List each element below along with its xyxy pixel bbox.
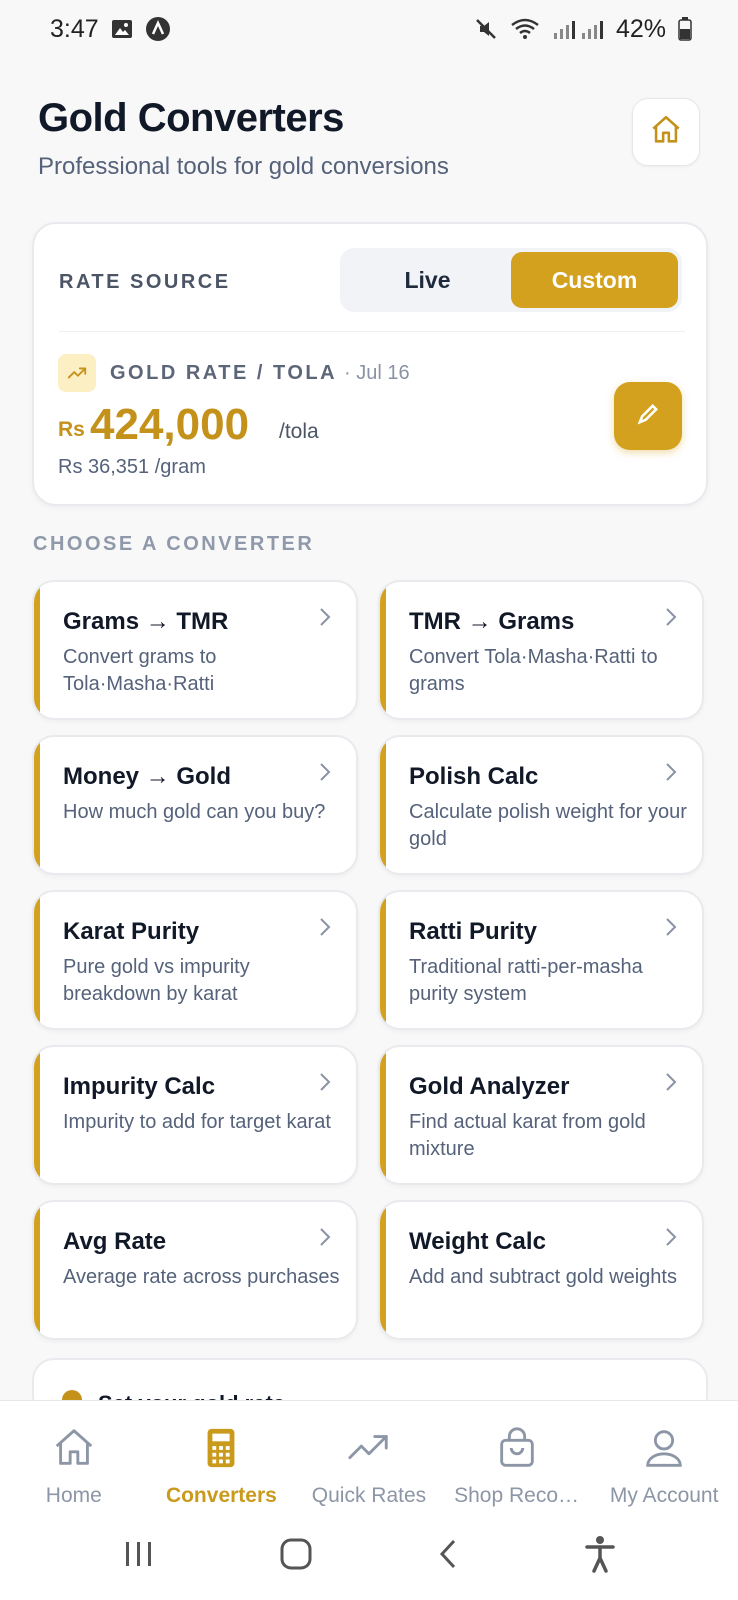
chevron-right-icon [318, 916, 332, 943]
bottom-nav: Home Converters Quick Rates Shop Reco… M… [0, 1400, 738, 1512]
status-bar: 3:47 42% [0, 0, 738, 58]
nav-label: Shop Reco… [454, 1484, 580, 1507]
converter-card-money-to-gold[interactable]: Money → Gold How much gold can you buy? [32, 735, 358, 875]
converter-card-impurity-calc[interactable]: Impurity Calc Impurity to add for target… [32, 1045, 358, 1185]
gallery-icon [111, 19, 133, 39]
edit-rate-button[interactable] [614, 382, 682, 450]
rate-source-toggle: Live Custom [340, 248, 682, 312]
user-icon [641, 1425, 687, 1476]
chevron-right-icon [664, 606, 678, 633]
converter-title: Avg Rate [63, 1228, 167, 1255]
converter-description: Pure gold vs impurity breakdown by karat [63, 956, 250, 1005]
nav-label: Quick Rates [311, 1484, 427, 1507]
converter-description: Traditional ratti-per-masha purity syste… [409, 956, 643, 1005]
chevron-right-icon [318, 606, 332, 633]
converter-card-avg-rate[interactable]: Avg Rate Average rate across purchases [32, 1200, 358, 1340]
rate-value: 424,000 [90, 400, 250, 449]
converter-title: Grams → TMR [63, 608, 229, 635]
converter-description: How much gold can you buy? [63, 801, 326, 823]
wifi-icon [510, 17, 540, 41]
trending-up-icon [58, 354, 96, 392]
nav-item-shop-records[interactable]: Shop Reco… [443, 1425, 591, 1508]
converter-title: Karat Purity [63, 918, 200, 945]
converter-title: Polish Calc [409, 763, 539, 790]
section-title: CHOOSE A CONVERTER [33, 533, 315, 555]
nav-label: Home [45, 1484, 102, 1507]
chevron-right-icon [664, 1071, 678, 1098]
pencil-icon [634, 400, 662, 433]
battery-percentage: 42% [615, 14, 666, 43]
converter-description: Average rate across purchases [63, 1266, 340, 1288]
converter-card-weight-calc[interactable]: Weight Calc Add and subtract gold weight… [378, 1200, 704, 1340]
accessibility-icon[interactable] [583, 1534, 617, 1579]
nav-item-converters[interactable]: Converters [148, 1425, 296, 1508]
rate-card: RATE SOURCE Live Custom GOLD RATE / TOLA… [32, 222, 708, 506]
live-option[interactable]: Live [344, 252, 511, 308]
converter-card-karat-purity[interactable]: Karat Purity Pure gold vs impurity break… [32, 890, 358, 1030]
back-button[interactable] [436, 1537, 460, 1576]
home-button[interactable] [632, 98, 700, 166]
page-header: Gold Converters Professional tools for g… [38, 96, 700, 186]
rate-date: · Jul 16 [344, 362, 410, 384]
rate-unit: /tola [279, 420, 319, 443]
shopping-bag-icon [494, 1425, 540, 1476]
rate-per-gram: Rs 36,351 /gram [58, 456, 206, 478]
converter-title: TMR → Grams [409, 608, 575, 635]
battery-icon [678, 17, 692, 41]
converter-description: Calculate polish weight for your gold [409, 801, 687, 850]
custom-option[interactable]: Custom [511, 252, 678, 308]
home-system-button[interactable] [279, 1537, 313, 1576]
nav-label: My Account [609, 1484, 719, 1507]
recent-apps-button[interactable] [122, 1539, 156, 1574]
converter-title: Weight Calc [409, 1228, 546, 1255]
converter-card-polish-calc[interactable]: Polish Calc Calculate polish weight for … [378, 735, 704, 875]
home-icon [51, 1425, 97, 1476]
divider [59, 331, 685, 332]
converter-description: Impurity to add for target karat [63, 1111, 331, 1133]
nav-item-home[interactable]: Home [0, 1425, 148, 1508]
chevron-right-icon [318, 1226, 332, 1253]
converter-title: Gold Analyzer [409, 1073, 570, 1100]
converter-description: Convert Tola·Masha·Ratti to grams [409, 646, 658, 695]
converter-title: Money → Gold [63, 763, 231, 790]
rate-currency: Rs [58, 418, 85, 441]
chevron-right-icon [664, 916, 678, 943]
gold-rate-label: GOLD RATE / TOLA [110, 362, 338, 384]
converter-description: Convert grams to Tola·Masha·Ratti [63, 646, 217, 695]
converter-title: Ratti Purity [409, 918, 538, 945]
home-icon [649, 113, 683, 152]
converter-card-tmr-to-grams[interactable]: TMR → Grams Convert Tola·Masha·Ratti to … [378, 580, 704, 720]
nav-item-quick-rates[interactable]: Quick Rates [295, 1425, 443, 1508]
converter-title: Impurity Calc [63, 1073, 216, 1100]
nav-item-my-account[interactable]: My Account [590, 1425, 738, 1508]
signal-icon [552, 18, 604, 40]
chevron-right-icon [318, 761, 332, 788]
converter-card-grams-to-tmr[interactable]: Grams → TMR Convert grams to Tola·Masha·… [32, 580, 358, 720]
converter-description: Add and subtract gold weights [409, 1266, 677, 1288]
status-time: 3:47 [50, 14, 99, 43]
app-notification-icon [145, 16, 171, 42]
chevron-right-icon [664, 1226, 678, 1253]
system-nav-bar [0, 1512, 738, 1600]
mute-icon [474, 17, 498, 41]
chevron-right-icon [664, 761, 678, 788]
nav-label: Converters [165, 1484, 277, 1507]
converter-card-gold-analyzer[interactable]: Gold Analyzer Find actual karat from gol… [378, 1045, 704, 1185]
converter-card-ratti-purity[interactable]: Ratti Purity Traditional ratti-per-masha… [378, 890, 704, 1030]
page-title: Gold Converters [38, 96, 344, 140]
trending-up-icon [346, 1425, 392, 1476]
calculator-icon [198, 1425, 244, 1476]
rate-source-label: RATE SOURCE [59, 271, 231, 293]
converter-description: Find actual karat from gold mixture [409, 1111, 646, 1160]
chevron-right-icon [318, 1071, 332, 1098]
page-subtitle: Professional tools for gold conversions [38, 153, 449, 180]
